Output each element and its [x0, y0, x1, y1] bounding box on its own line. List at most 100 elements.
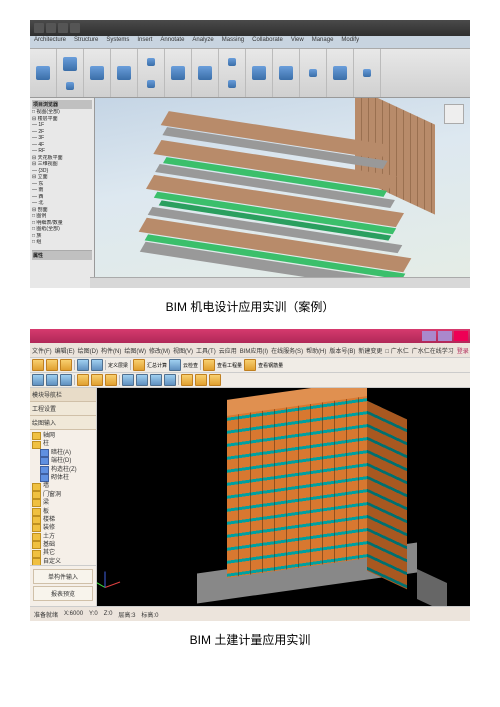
project-browser[interactable]: 项目浏览器 □ 视图(全部) ⊟ 楼层平面 — 1F — 2F — 3F — 4… [30, 98, 95, 288]
select-icon[interactable] [32, 374, 44, 386]
menu-item[interactable]: 广水仁在线学习 [412, 346, 454, 355]
ribbon-tab[interactable]: Architecture [30, 36, 70, 48]
menu-item[interactable]: 构件(N) [101, 346, 121, 355]
menu-item[interactable]: 在线服务(S) [271, 346, 303, 355]
toolbar-label[interactable]: 定义层梁 [108, 362, 128, 369]
ribbon-tab[interactable]: Systems [102, 36, 133, 48]
ribbon-tab[interactable]: View [287, 36, 308, 48]
tree-item[interactable]: 梁 [32, 499, 94, 507]
point-icon[interactable] [46, 374, 58, 386]
project-tree[interactable]: □ 视图(全部) ⊟ 楼层平面 — 1F — 2F — 3F — 4F — RF… [32, 109, 92, 246]
tree-item[interactable]: 装修 [32, 524, 94, 532]
opening-icon[interactable] [309, 69, 317, 77]
delete-icon[interactable] [181, 374, 193, 386]
tree-item[interactable]: 自定义 [32, 558, 94, 565]
menu-item[interactable]: 编辑(E) [55, 346, 75, 355]
3d-viewport[interactable] [97, 388, 470, 606]
report-preview-button[interactable]: 报表预览 [33, 586, 93, 601]
menu-item[interactable]: 帮助(H) [306, 346, 326, 355]
tree-item[interactable]: 轴网 [32, 432, 94, 440]
ribbon-tab[interactable]: Modify [337, 36, 363, 48]
modify-icon[interactable] [36, 66, 50, 80]
tree-item[interactable]: 构造柱(Z) [32, 466, 94, 474]
rotate-icon[interactable] [164, 374, 176, 386]
calc-icon[interactable] [133, 359, 145, 371]
redo-icon[interactable] [91, 359, 103, 371]
toolbar-label[interactable]: 查看钢筋量 [258, 362, 283, 369]
column-icon[interactable] [147, 58, 155, 66]
menu-item[interactable]: BIM应用(I) [240, 346, 268, 355]
window-icon[interactable] [90, 66, 104, 80]
toolbar-label[interactable]: 汇总计算 [147, 362, 167, 369]
qat-undo-icon[interactable] [58, 23, 68, 33]
section-header[interactable]: 工程设置 [30, 402, 96, 416]
arc-icon[interactable] [105, 374, 117, 386]
tree-item[interactable]: 砌体柱 [32, 474, 94, 482]
tree-item[interactable]: 基础 [32, 541, 94, 549]
menu-item[interactable]: 修改(M) [149, 346, 170, 355]
open-icon[interactable] [46, 359, 58, 371]
menu-item[interactable]: 文件(F) [32, 346, 52, 355]
menu-item[interactable]: □ 广水仁 [385, 346, 408, 355]
move-icon[interactable] [122, 374, 134, 386]
model-line-icon[interactable] [228, 80, 236, 88]
tree-item[interactable]: 土方 [32, 533, 94, 541]
ribbon-tab[interactable]: Structure [70, 36, 102, 48]
minimize-icon[interactable] [422, 331, 436, 341]
module-navigator[interactable]: 模块导航栏 工程设置 绘图输入 轴网 柱 暗柱(A) 端柱(D) 构造柱(Z) … [30, 388, 97, 606]
tree-item[interactable]: 门窗洞 [32, 491, 94, 499]
tree-item[interactable]: 柱 [32, 440, 94, 448]
ribbon-tab[interactable]: Annotate [156, 36, 188, 48]
maximize-icon[interactable] [438, 331, 452, 341]
ribbon-tab[interactable]: Massing [218, 36, 248, 48]
toolbar-label[interactable]: 云检查 [183, 362, 198, 369]
qat-save-icon[interactable] [46, 23, 56, 33]
mirror-icon[interactable] [150, 374, 162, 386]
menu-item[interactable]: 版本号(B) [329, 346, 355, 355]
area-icon[interactable] [279, 66, 293, 80]
ribbon-tab[interactable]: Analyze [188, 36, 217, 48]
qat-redo-icon[interactable] [70, 23, 80, 33]
3d-viewport[interactable] [95, 98, 470, 288]
new-icon[interactable] [32, 359, 44, 371]
properties-panel[interactable]: 属性 [32, 250, 92, 260]
menu-item[interactable]: 绘图(W) [124, 346, 146, 355]
menu-item[interactable]: 绘图(D) [78, 346, 98, 355]
view-rebar-icon[interactable] [244, 359, 256, 371]
line-icon[interactable] [60, 374, 72, 386]
circle-icon[interactable] [91, 374, 103, 386]
tree-item[interactable]: 暗柱(A) [32, 449, 94, 457]
cloud-icon[interactable] [169, 359, 181, 371]
menu-item[interactable]: 工具(T) [196, 346, 216, 355]
single-input-button[interactable]: 单构件输入 [33, 569, 93, 584]
ribbon-tab[interactable]: Insert [133, 36, 156, 48]
app-menu-icon[interactable] [34, 23, 44, 33]
component-icon[interactable] [117, 66, 131, 80]
section-header[interactable]: 绘图输入 [30, 416, 96, 430]
model-text-icon[interactable] [228, 58, 236, 66]
close-icon[interactable] [454, 331, 468, 341]
floor-icon[interactable] [171, 66, 185, 80]
undo-icon[interactable] [77, 359, 89, 371]
menu-item[interactable]: 云应用 [219, 346, 237, 355]
tree-item[interactable]: 端柱(D) [32, 457, 94, 465]
tree-item[interactable]: 楼梯 [32, 516, 94, 524]
component-tree[interactable]: 轴网 柱 暗柱(A) 端柱(D) 构造柱(Z) 砌体柱 墙 门窗洞 梁 板 楼梯… [30, 430, 96, 565]
layer-icon[interactable] [209, 374, 221, 386]
tree-item[interactable]: 墙 [32, 482, 94, 490]
curtain-icon[interactable] [198, 66, 212, 80]
menu-item[interactable]: 新建变更 [358, 346, 382, 355]
room-icon[interactable] [252, 66, 266, 80]
tree-item[interactable]: □ 组 [32, 239, 92, 246]
offset-icon[interactable] [195, 374, 207, 386]
wall-icon[interactable] [63, 57, 77, 71]
tree-item[interactable]: 板 [32, 508, 94, 516]
ribbon-tab[interactable]: Manage [308, 36, 338, 48]
axis-gizmo-icon[interactable] [105, 564, 129, 588]
set-icon[interactable] [363, 69, 371, 77]
datum-icon[interactable] [333, 66, 347, 80]
door-icon[interactable] [66, 82, 74, 90]
ribbon-tab[interactable]: Collaborate [248, 36, 287, 48]
roof-icon[interactable] [147, 80, 155, 88]
toolbar-label[interactable]: 查看工程量 [217, 362, 242, 369]
